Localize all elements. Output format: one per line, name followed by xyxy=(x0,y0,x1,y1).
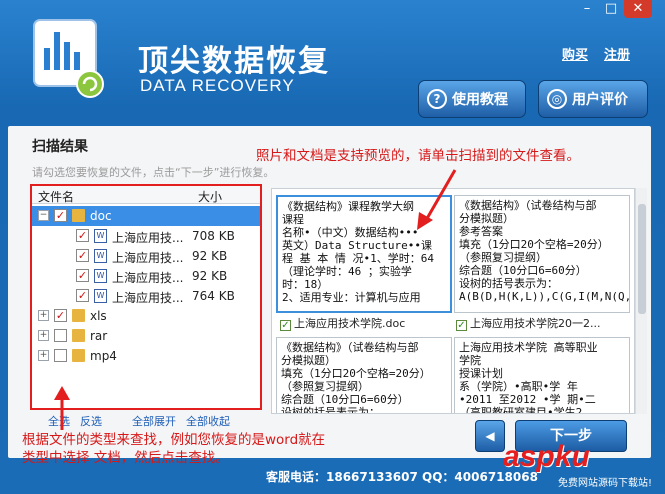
back-button[interactable]: ◀ xyxy=(475,420,505,452)
register-link[interactable]: 注册 xyxy=(604,44,630,63)
invert-selection-link[interactable]: 反选 xyxy=(80,413,102,429)
maximize-button[interactable]: □ xyxy=(600,0,622,18)
review-button-label: 用户评价 xyxy=(572,92,628,108)
app-logo-icon xyxy=(33,19,104,98)
preview-scrollbar[interactable] xyxy=(635,188,647,414)
tree-row-file[interactable]: ✓ W 上海应用技... 708 KB xyxy=(32,226,260,246)
tree-row-xls[interactable]: + ✓ xls xyxy=(32,306,260,326)
checkbox[interactable]: ✓ xyxy=(76,229,89,242)
checkbox[interactable]: ✓ xyxy=(54,349,67,362)
section-title: 扫描结果 xyxy=(32,139,88,155)
contact-info: 客服电话：18667133607 QQ：4006718068 xyxy=(266,470,538,484)
word-file-icon: W xyxy=(94,249,107,263)
arrow-icon xyxy=(54,386,70,430)
folder-icon xyxy=(72,329,85,342)
checkbox[interactable]: ✓ xyxy=(76,289,89,302)
app-window: – □ ✕ 顶尖数据恢复 DATA RECOVERY 购买 注册 ? 使用教程 … xyxy=(0,0,665,494)
watermark: aspku xyxy=(503,440,590,473)
checkbox[interactable]: ✓ xyxy=(76,269,89,282)
col-name: 文件名 xyxy=(38,190,75,204)
minimize-button[interactable]: – xyxy=(576,0,598,18)
checkbox[interactable]: ✓ xyxy=(54,209,67,222)
section-hint: 请勾选您要恢复的文件，点击“下一步”进行恢复。 xyxy=(32,166,275,179)
tutorial-button-label: 使用教程 xyxy=(452,92,508,108)
tree-row-doc[interactable]: − ✓ doc xyxy=(32,206,260,226)
chat-icon: ◎ xyxy=(547,89,567,109)
folder-icon xyxy=(72,209,85,222)
expand-icon[interactable]: + xyxy=(38,330,49,341)
checkbox[interactable]: ✓ xyxy=(54,309,67,322)
collapse-all-link[interactable]: 全部收起 xyxy=(186,413,230,429)
word-file-icon: W xyxy=(94,289,107,303)
preview-card-label[interactable]: ✓ 上海应用技术学院20一2... xyxy=(456,317,632,333)
file-tree: 文件名 大小 − ✓ doc ✓ W 上海应用技... 708 KB ✓ W 上… xyxy=(30,184,262,410)
tree-header: 文件名 大小 xyxy=(32,186,260,204)
tree-row-rar[interactable]: + ✓ rar xyxy=(32,326,260,346)
review-button[interactable]: ◎ 用户评价 xyxy=(538,80,648,118)
checkbox[interactable]: ✓ xyxy=(280,320,291,331)
checkbox[interactable]: ✓ xyxy=(54,329,67,342)
checkbox[interactable]: ✓ xyxy=(456,320,467,331)
tree-row-mp4[interactable]: + ✓ mp4 xyxy=(32,346,260,366)
expand-all-link[interactable]: 全部展开 xyxy=(132,413,176,429)
collapse-icon[interactable]: − xyxy=(38,210,49,221)
tree-row-file[interactable]: ✓ W 上海应用技... 92 KB xyxy=(32,266,260,286)
tutorial-button[interactable]: ? 使用教程 xyxy=(418,80,526,118)
checkbox[interactable]: ✓ xyxy=(76,249,89,262)
col-size: 大小 xyxy=(198,190,223,204)
expand-icon[interactable]: + xyxy=(38,350,49,361)
preview-card-label[interactable]: ✓ 上海应用技术学院.doc xyxy=(280,317,456,333)
buy-link[interactable]: 购买 xyxy=(562,44,588,63)
scan-result-panel: 扫描结果 请勾选您要恢复的文件，点击“下一步”进行恢复。 照片和文档是支持预览的… xyxy=(8,126,651,466)
close-button[interactable]: ✕ xyxy=(624,0,652,18)
folder-icon xyxy=(72,349,85,362)
expand-icon[interactable]: + xyxy=(38,310,49,321)
preview-note: 照片和文档是支持预览的，请单击扫描到的文件查看。 xyxy=(256,148,580,164)
word-file-icon: W xyxy=(94,229,107,243)
arrow-icon xyxy=(417,169,457,230)
app-title: 顶尖数据恢复 xyxy=(138,44,330,79)
type-note-2: 类型中选择 文档，然后点击查找。 xyxy=(22,450,229,466)
tree-row-file[interactable]: ✓ W 上海应用技... 92 KB xyxy=(32,246,260,266)
tree-row-file[interactable]: ✓ W 上海应用技... 764 KB xyxy=(32,286,260,306)
watermark-sub: 免费网站源码下载站! xyxy=(558,478,653,489)
question-icon: ? xyxy=(427,89,447,109)
preview-card[interactable]: 《数据结构》（试卷结构与部 分模拟题） 填充（1分口20个空格=20分） （参照… xyxy=(276,337,452,413)
preview-card[interactable]: 上海应用技术学院 高等职业 学院 授课计划 系（学院）•高职•学 年 •2011… xyxy=(454,337,630,413)
preview-card[interactable]: 《数据结构》（试卷结构与部 分模拟题） 参考答案 填充（1分口20个空格=20分… xyxy=(454,195,630,313)
app-subtitle: DATA RECOVERY xyxy=(140,76,295,95)
word-file-icon: W xyxy=(94,269,107,283)
folder-icon xyxy=(72,309,85,322)
